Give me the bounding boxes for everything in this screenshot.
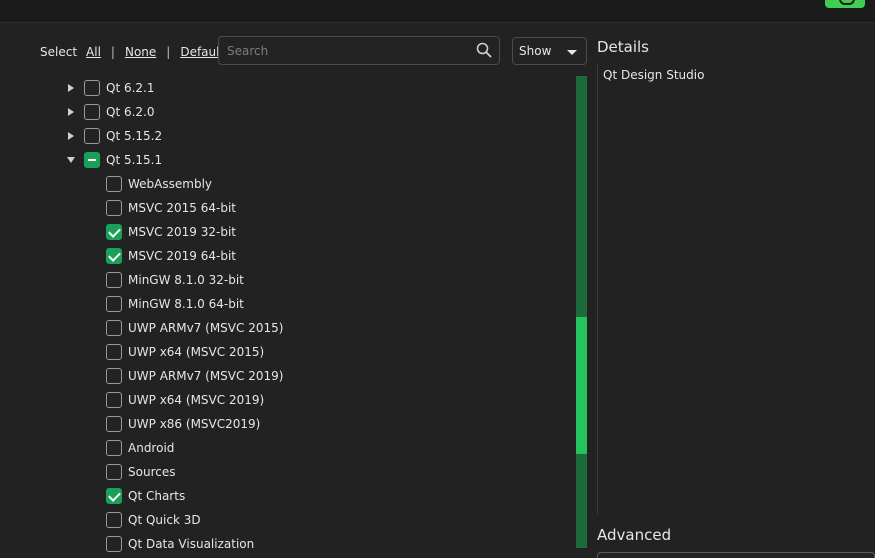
tree-item-label: UWP x86 (MSVC2019): [128, 417, 261, 431]
tree-item-label: UWP x64 (MSVC 2019): [128, 393, 265, 407]
show-dropdown-value: Show: [519, 44, 552, 58]
tree-child-item[interactable]: UWP ARMv7 (MSVC 2019): [106, 364, 283, 388]
tree-child-item[interactable]: Sources: [106, 460, 175, 484]
checkbox-checked[interactable]: [106, 224, 122, 240]
checkbox[interactable]: [106, 176, 122, 192]
tree-child-item[interactable]: MSVC 2019 32-bit: [106, 220, 236, 244]
tree-child-item[interactable]: Qt Quick 3D: [106, 508, 201, 532]
tree-child-item[interactable]: MinGW 8.1.0 32-bit: [106, 268, 244, 292]
checkbox-checked[interactable]: [106, 248, 122, 264]
select-none-link[interactable]: None: [125, 45, 156, 59]
advanced-heading: Advanced: [597, 526, 672, 544]
separator: |: [110, 45, 115, 59]
show-dropdown[interactable]: Show: [512, 37, 587, 65]
select-all-link[interactable]: All: [86, 45, 101, 59]
checkbox[interactable]: [106, 392, 122, 408]
tree-child-item[interactable]: UWP x64 (MSVC 2015): [106, 340, 264, 364]
tree-child-item[interactable]: UWP ARMv7 (MSVC 2015): [106, 316, 283, 340]
checkbox[interactable]: [106, 344, 122, 360]
tree-item-label: Sources: [128, 465, 176, 479]
tree-item-label: MinGW 8.1.0 64-bit: [128, 297, 244, 311]
component-tree: Qt 6.2.1 Qt 6.2.0 Qt 5.15.2 Qt 5.15.1 We…: [0, 76, 575, 558]
tree-item-qt-5-15-2[interactable]: Qt 5.15.2: [64, 124, 162, 148]
tree-item-label: MSVC 2015 64-bit: [128, 201, 236, 215]
chevron-down-icon: [567, 50, 577, 55]
checkbox[interactable]: [106, 440, 122, 456]
checkbox[interactable]: [84, 128, 100, 144]
title-bar: [0, 0, 875, 23]
tree-item-label: Android: [128, 441, 175, 455]
tree-child-item[interactable]: UWP x64 (MSVC 2019): [106, 388, 264, 412]
tree-item-label: Qt 5.15.1: [106, 153, 163, 167]
tree-child-item[interactable]: Qt Charts: [106, 484, 185, 508]
tree-child-item[interactable]: UWP x86 (MSVC2019): [106, 412, 260, 436]
scrollbar-track[interactable]: [576, 76, 587, 548]
tree-item-qt-5-15-1[interactable]: Qt 5.15.1: [64, 148, 162, 172]
details-text: Qt Design Studio: [603, 68, 705, 82]
checkbox[interactable]: [106, 296, 122, 312]
details-panel: Qt Design Studio: [597, 64, 875, 514]
details-heading: Details: [597, 38, 650, 56]
tree-item-label: MSVC 2019 64-bit: [128, 249, 236, 263]
tree-item-label: UWP x64 (MSVC 2015): [128, 345, 265, 359]
tree-item-qt-6-2-1[interactable]: Qt 6.2.1: [64, 76, 155, 100]
tree-child-item[interactable]: MSVC 2019 64-bit: [106, 244, 236, 268]
tree-child-item[interactable]: Qt Data Visualization: [106, 532, 254, 556]
checkbox[interactable]: [106, 536, 122, 552]
tree-child-item[interactable]: Android: [106, 436, 174, 460]
checkbox[interactable]: [106, 512, 122, 528]
tree-item-label: MinGW 8.1.0 32-bit: [128, 273, 244, 287]
tree-item-label: Qt Charts: [128, 489, 186, 503]
search-box: [218, 36, 500, 65]
tree-item-label: Qt 5.15.2: [106, 129, 163, 143]
checkbox[interactable]: [106, 464, 122, 480]
select-label: Select: [40, 45, 78, 59]
checkbox[interactable]: [106, 200, 122, 216]
tree-child-item[interactable]: WebAssembly: [106, 172, 212, 196]
checkbox[interactable]: [106, 368, 122, 384]
expand-arrow-icon[interactable]: [64, 81, 78, 95]
checkbox[interactable]: [106, 416, 122, 432]
tree-child-item[interactable]: MinGW 8.1.0 64-bit: [106, 292, 244, 316]
tree-child-item[interactable]: MSVC 2015 64-bit: [106, 196, 236, 220]
separator: |: [166, 45, 171, 59]
search-input[interactable]: [219, 37, 469, 64]
collapse-arrow-icon[interactable]: [64, 153, 78, 167]
tree-item-label: UWP ARMv7 (MSVC 2019): [128, 369, 284, 383]
checkbox[interactable]: [84, 104, 100, 120]
tree-item-label: MSVC 2019 32-bit: [128, 225, 236, 239]
checkbox[interactable]: [106, 272, 122, 288]
checkbox[interactable]: [106, 320, 122, 336]
tree-item-label: Qt 6.2.0: [106, 105, 155, 119]
scrollbar-thumb[interactable]: [576, 317, 587, 454]
tree-item-label: Qt 6.2.1: [106, 81, 155, 95]
select-filter-bar: Select All | None | Default: [40, 37, 224, 67]
tree-item-label: WebAssembly: [128, 177, 212, 191]
checkbox-checked[interactable]: [106, 488, 122, 504]
advanced-panel: [597, 552, 875, 558]
qt-logo-icon: [825, 0, 865, 8]
tree-item-label: Qt Quick 3D: [128, 513, 201, 527]
tree-item-qt-6-2-0[interactable]: Qt 6.2.0: [64, 100, 155, 124]
tree-item-label: UWP ARMv7 (MSVC 2015): [128, 321, 284, 335]
checkbox[interactable]: [84, 80, 100, 96]
tree-item-label: Qt Data Visualization: [128, 537, 255, 551]
expand-arrow-icon[interactable]: [64, 105, 78, 119]
search-icon[interactable]: [475, 41, 493, 59]
expand-arrow-icon[interactable]: [64, 129, 78, 143]
checkbox-partial[interactable]: [84, 152, 100, 168]
